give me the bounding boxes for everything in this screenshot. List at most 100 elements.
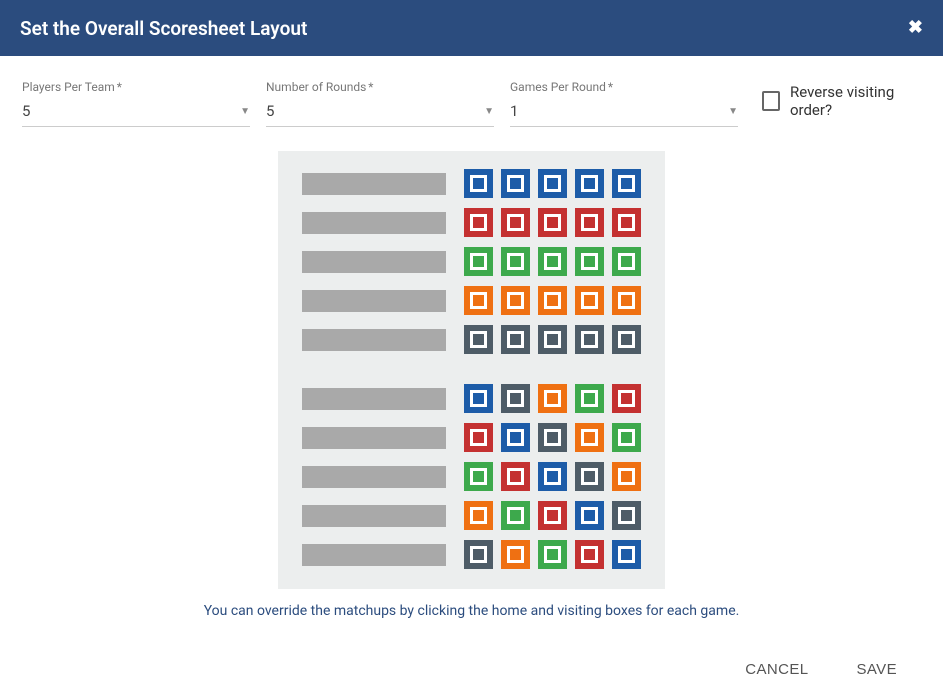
number-of-rounds-select[interactable]: 5 ▼ (266, 96, 494, 127)
games-per-round-value: 1 (510, 102, 518, 120)
matchup-box[interactable] (612, 169, 641, 198)
matchup-box[interactable] (612, 247, 641, 276)
matchup-box[interactable] (464, 462, 493, 491)
player-slot-placeholder (302, 251, 446, 273)
reverse-visiting-label: Reverse visiting order? (790, 83, 921, 119)
matchup-box[interactable] (464, 208, 493, 237)
matchup-box[interactable] (538, 384, 567, 413)
matchup-box[interactable] (612, 325, 641, 354)
matchup-box[interactable] (464, 169, 493, 198)
matchup-box[interactable] (612, 423, 641, 452)
matchup-box[interactable] (575, 286, 604, 315)
preview-row (302, 384, 641, 413)
chevron-down-icon: ▼ (484, 106, 494, 117)
players-per-team-value: 5 (22, 102, 30, 120)
preview-row (302, 286, 641, 315)
preview-row (302, 423, 641, 452)
override-hint: You can override the matchups by clickin… (22, 603, 921, 619)
matchup-box[interactable] (575, 462, 604, 491)
dialog-titlebar: Set the Overall Scoresheet Layout ✖ (0, 0, 943, 56)
players-per-team-field: Players Per Team* 5 ▼ (22, 80, 250, 127)
matchup-box[interactable] (575, 501, 604, 530)
preview-row (302, 501, 641, 530)
matchup-box[interactable] (464, 501, 493, 530)
settings-row: Players Per Team* 5 ▼ Number of Rounds* … (22, 80, 921, 127)
matchup-box[interactable] (612, 540, 641, 569)
save-button[interactable]: SAVE (850, 657, 903, 682)
matchup-box[interactable] (501, 247, 530, 276)
number-of-rounds-field: Number of Rounds* 5 ▼ (266, 80, 494, 127)
matchup-box[interactable] (575, 208, 604, 237)
matchup-box[interactable] (538, 247, 567, 276)
games-per-round-select[interactable]: 1 ▼ (510, 96, 738, 127)
matchup-box[interactable] (612, 501, 641, 530)
matchup-box[interactable] (575, 325, 604, 354)
reverse-visiting-checkbox[interactable] (762, 91, 780, 111)
preview-section (302, 384, 641, 569)
scoresheet-layout-dialog: Set the Overall Scoresheet Layout ✖ Play… (0, 0, 943, 700)
games-per-round-label: Games Per Round* (510, 80, 738, 94)
preview-section (302, 169, 641, 354)
matchup-box[interactable] (538, 286, 567, 315)
player-slot-placeholder (302, 544, 446, 566)
number-of-rounds-label: Number of Rounds* (266, 80, 494, 94)
matchup-box[interactable] (575, 423, 604, 452)
matchup-box[interactable] (501, 286, 530, 315)
matchup-box[interactable] (464, 325, 493, 354)
close-icon[interactable]: ✖ (908, 19, 923, 37)
matchup-box[interactable] (464, 286, 493, 315)
layout-preview (278, 151, 665, 589)
matchup-box[interactable] (501, 384, 530, 413)
matchup-box[interactable] (464, 540, 493, 569)
matchup-box[interactable] (501, 462, 530, 491)
matchup-box[interactable] (501, 540, 530, 569)
player-slot-placeholder (302, 290, 446, 312)
players-per-team-select[interactable]: 5 ▼ (22, 96, 250, 127)
matchup-box[interactable] (501, 501, 530, 530)
chevron-down-icon: ▼ (728, 106, 738, 117)
matchup-box[interactable] (501, 423, 530, 452)
matchup-box[interactable] (575, 540, 604, 569)
matchup-box[interactable] (538, 169, 567, 198)
cancel-button[interactable]: CANCEL (739, 657, 814, 682)
matchup-box[interactable] (538, 208, 567, 237)
matchup-box[interactable] (538, 501, 567, 530)
preview-row (302, 540, 641, 569)
preview-row (302, 169, 641, 198)
matchup-box[interactable] (575, 384, 604, 413)
games-per-round-field: Games Per Round* 1 ▼ (510, 80, 738, 127)
matchup-box[interactable] (575, 247, 604, 276)
matchup-box[interactable] (612, 384, 641, 413)
preview-row (302, 462, 641, 491)
matchup-box[interactable] (464, 423, 493, 452)
players-per-team-label: Players Per Team* (22, 80, 250, 94)
matchup-box[interactable] (612, 462, 641, 491)
dialog-content: Players Per Team* 5 ▼ Number of Rounds* … (0, 56, 943, 629)
chevron-down-icon: ▼ (240, 106, 250, 117)
matchup-box[interactable] (501, 169, 530, 198)
player-slot-placeholder (302, 173, 446, 195)
matchup-box[interactable] (538, 325, 567, 354)
matchup-box[interactable] (501, 325, 530, 354)
player-slot-placeholder (302, 212, 446, 234)
matchup-box[interactable] (612, 286, 641, 315)
reverse-visiting-field: Reverse visiting order? (762, 83, 921, 127)
matchup-box[interactable] (464, 384, 493, 413)
matchup-box[interactable] (612, 208, 641, 237)
preview-row (302, 208, 641, 237)
preview-row (302, 325, 641, 354)
number-of-rounds-value: 5 (266, 102, 274, 120)
matchup-box[interactable] (538, 462, 567, 491)
matchup-box[interactable] (538, 423, 567, 452)
layout-preview-wrap (22, 151, 921, 589)
matchup-box[interactable] (501, 208, 530, 237)
player-slot-placeholder (302, 427, 446, 449)
matchup-box[interactable] (538, 540, 567, 569)
player-slot-placeholder (302, 388, 446, 410)
matchup-box[interactable] (464, 247, 493, 276)
player-slot-placeholder (302, 329, 446, 351)
preview-row (302, 247, 641, 276)
player-slot-placeholder (302, 505, 446, 527)
matchup-box[interactable] (575, 169, 604, 198)
dialog-title: Set the Overall Scoresheet Layout (20, 17, 307, 40)
